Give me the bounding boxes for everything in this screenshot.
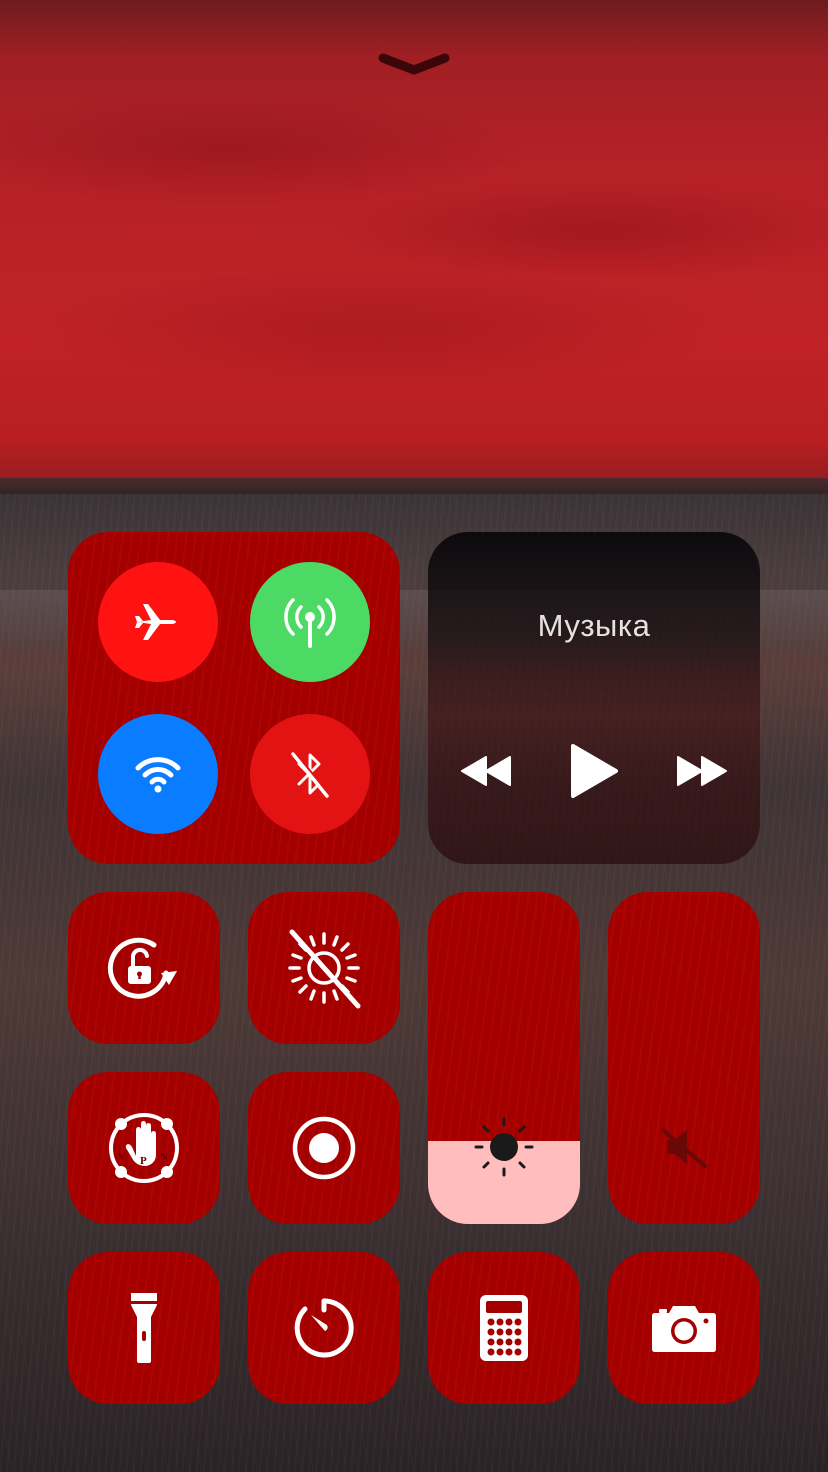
calculator-button[interactable] [428,1252,580,1404]
airplane-mode-button[interactable] [98,562,218,682]
cellular-data-button[interactable] [250,562,370,682]
brightness-icon-wrap [428,1114,580,1180]
timer-icon [294,1298,354,1358]
wifi-icon [135,757,181,793]
rewind-icon [461,756,511,786]
vpn-letter-p: P [140,1155,147,1167]
night-shift-off-icon [288,929,361,1009]
vpn-icon: V P N [109,1113,179,1183]
vpn-button[interactable]: V P N [68,1072,220,1224]
vpn-letter-n: N [160,1151,168,1163]
screen-record-icon [292,1116,356,1180]
play-button[interactable] [564,738,624,804]
flashlight-icon [131,1293,157,1363]
camera-button[interactable] [608,1252,760,1404]
volume-slider[interactable] [608,892,760,1224]
vpn-letter-v: V [118,1151,126,1163]
brightness-slider[interactable] [428,892,580,1224]
rotation-lock-button[interactable] [68,892,220,1044]
screen-record-button[interactable] [248,1072,400,1224]
night-shift-button[interactable] [248,892,400,1044]
timer-button[interactable] [248,1252,400,1404]
bluetooth-button[interactable] [250,714,370,834]
fast-forward-icon [677,756,727,786]
wifi-button[interactable] [98,714,218,834]
music-title: Музыка [537,608,651,643]
flashlight-button[interactable] [68,1252,220,1404]
chevron-down-icon[interactable] [378,50,450,76]
bluetooth-off-icon [291,751,330,798]
camera-icon [652,1306,716,1352]
calculator-icon [480,1295,528,1361]
volume-icon-wrap [608,1124,760,1170]
airplane-icon [135,604,176,640]
rewind-button[interactable] [456,746,516,796]
connectivity-panel [68,532,400,864]
cellular-antenna-icon [284,598,336,648]
speaker-muted-icon [661,1128,707,1168]
fast-forward-button[interactable] [672,746,732,796]
music-panel[interactable]: Музыка [428,532,760,864]
sun-icon [474,1117,534,1177]
rotation-lock-icon [107,937,177,999]
play-icon [571,744,618,798]
